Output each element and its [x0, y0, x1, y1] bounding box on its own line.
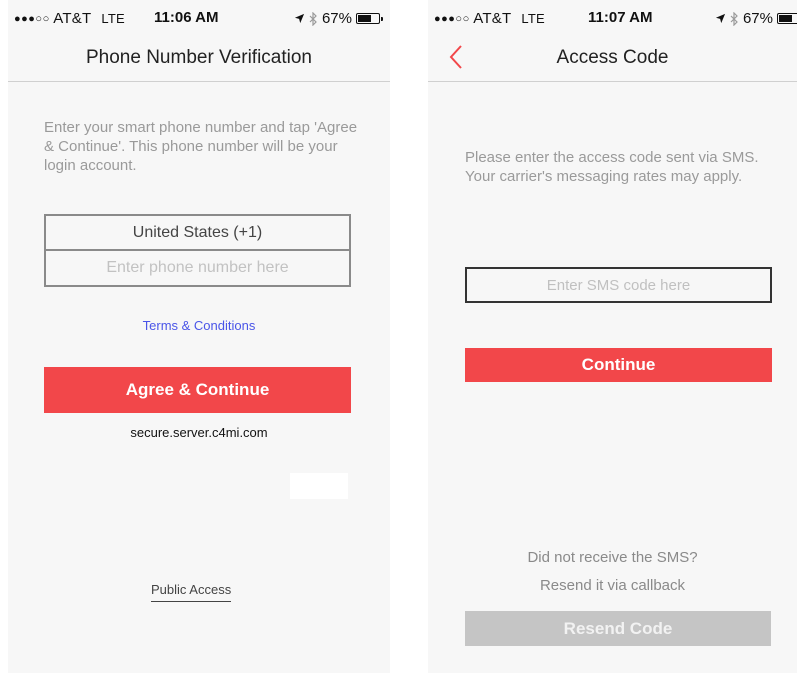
location-arrow-icon: [715, 13, 726, 24]
phone-number-input[interactable]: [44, 250, 351, 287]
phone-verification-screen: ●●●○○ AT&T LTE 11:06 AM 67% Phone Number…: [8, 0, 390, 673]
status-bar: ●●●○○ AT&T LTE 11:06 AM 67%: [8, 0, 390, 38]
blank-overlay: [290, 473, 348, 499]
signal-dots-icon: ●●●○○: [14, 13, 50, 25]
terms-conditions-link[interactable]: Terms & Conditions: [8, 318, 390, 333]
nav-bar: Phone Number Verification: [8, 38, 390, 82]
carrier-name: AT&T: [53, 10, 92, 27]
nav-bar: Access Code: [428, 38, 797, 82]
continue-button[interactable]: Continue: [465, 348, 772, 382]
battery-percent: 67%: [742, 10, 773, 27]
carrier-info: ●●●○○ AT&T LTE: [14, 10, 125, 27]
resend-code-button[interactable]: Resend Code: [465, 611, 771, 646]
instructions-line-1: Please enter the access code sent via SM…: [465, 149, 759, 166]
battery-icon: [777, 13, 797, 24]
battery-percent: 67%: [321, 10, 352, 27]
server-address: secure.server.c4mi.com: [130, 425, 268, 440]
agree-continue-button[interactable]: Agree & Continue: [44, 367, 351, 413]
sms-code-input[interactable]: [465, 267, 772, 303]
status-right: 67%: [294, 10, 383, 27]
resend-hint-text: Resend it via callback: [539, 577, 686, 594]
public-access-link[interactable]: Public Access: [151, 582, 232, 602]
instructions-line-2: Your carrier's messaging rates may apply…: [465, 168, 743, 185]
page-title: Access Code: [556, 47, 669, 68]
sms-instructions: Please enter the access code sent via SM…: [465, 148, 765, 186]
bluetooth-icon: [730, 11, 738, 26]
country-selector[interactable]: United States (+1): [44, 214, 351, 251]
status-time: 11:06 AM: [154, 9, 219, 26]
access-code-screen: ●●●○○ AT&T LTE 11:07 AM 67% Access Code …: [428, 0, 797, 673]
status-time: 11:07 AM: [588, 9, 653, 26]
network-type: LTE: [521, 11, 545, 26]
location-arrow-icon: [294, 13, 305, 24]
battery-icon: [356, 13, 383, 24]
signal-dots-icon: ●●●○○: [434, 13, 470, 25]
not-received-text: Did not receive the SMS?: [527, 549, 698, 566]
network-type: LTE: [101, 11, 125, 26]
carrier-name: AT&T: [473, 10, 512, 27]
carrier-info: ●●●○○ AT&T LTE: [434, 10, 545, 27]
page-title: Phone Number Verification: [85, 47, 312, 68]
bluetooth-icon: [309, 11, 317, 26]
status-right: 67%: [715, 10, 797, 27]
phone-instructions: Enter your smart phone number and tap 'A…: [44, 119, 358, 174]
status-bar: ●●●○○ AT&T LTE 11:07 AM 67%: [428, 0, 797, 38]
